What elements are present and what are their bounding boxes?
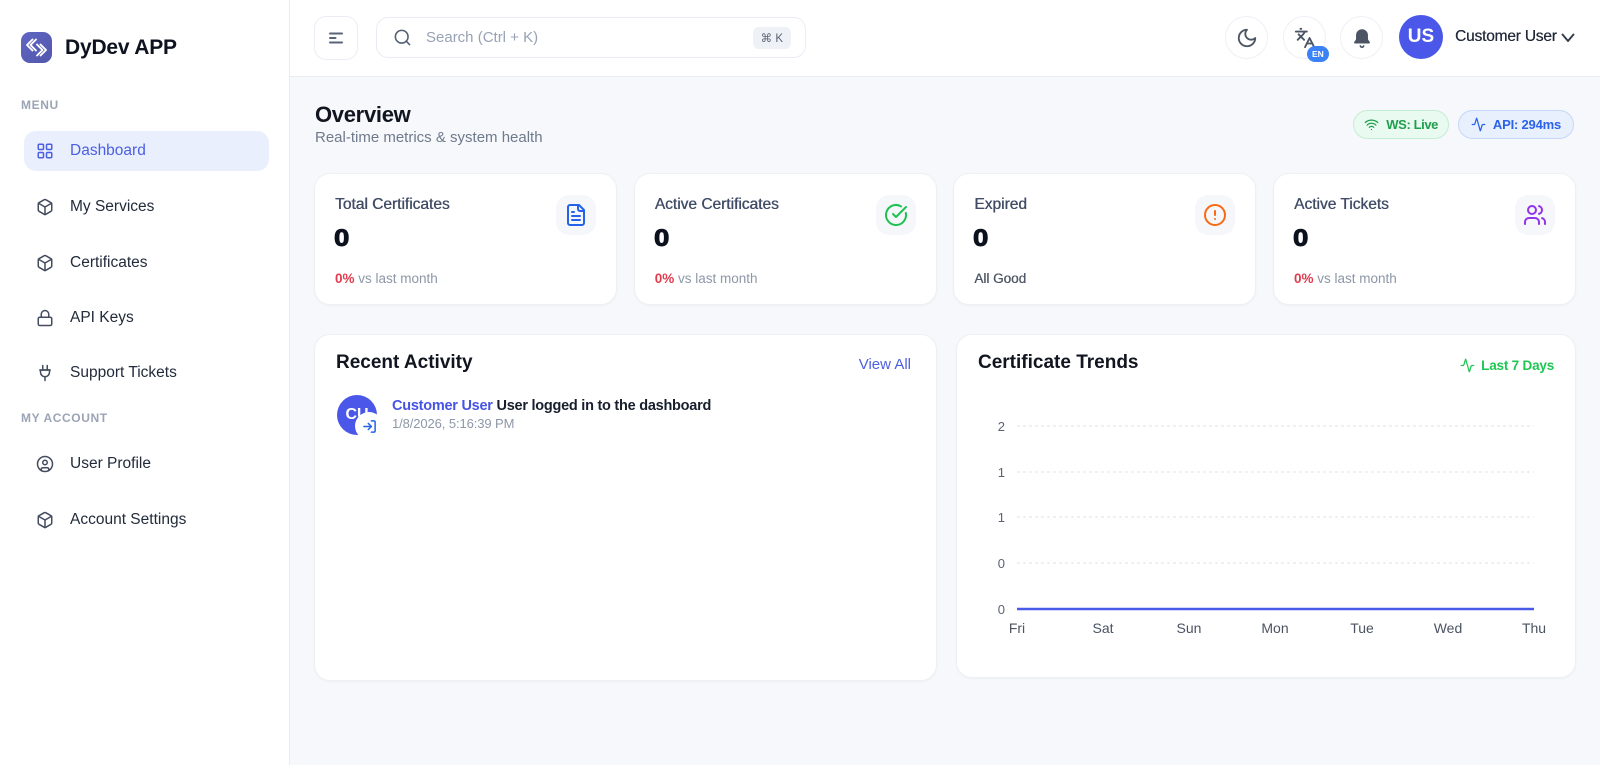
- svg-text:Sun: Sun: [1177, 620, 1202, 636]
- svg-text:1: 1: [998, 510, 1005, 525]
- svg-text:Wed: Wed: [1434, 620, 1463, 636]
- svg-text:0: 0: [998, 556, 1005, 571]
- svg-text:Thu: Thu: [1522, 620, 1546, 636]
- svg-text:2: 2: [998, 419, 1005, 434]
- svg-text:Fri: Fri: [1009, 620, 1025, 636]
- svg-text:Sat: Sat: [1092, 620, 1113, 636]
- svg-text:Mon: Mon: [1261, 620, 1288, 636]
- svg-text:0: 0: [998, 602, 1005, 617]
- svg-text:Tue: Tue: [1350, 620, 1374, 636]
- svg-text:1: 1: [998, 465, 1005, 480]
